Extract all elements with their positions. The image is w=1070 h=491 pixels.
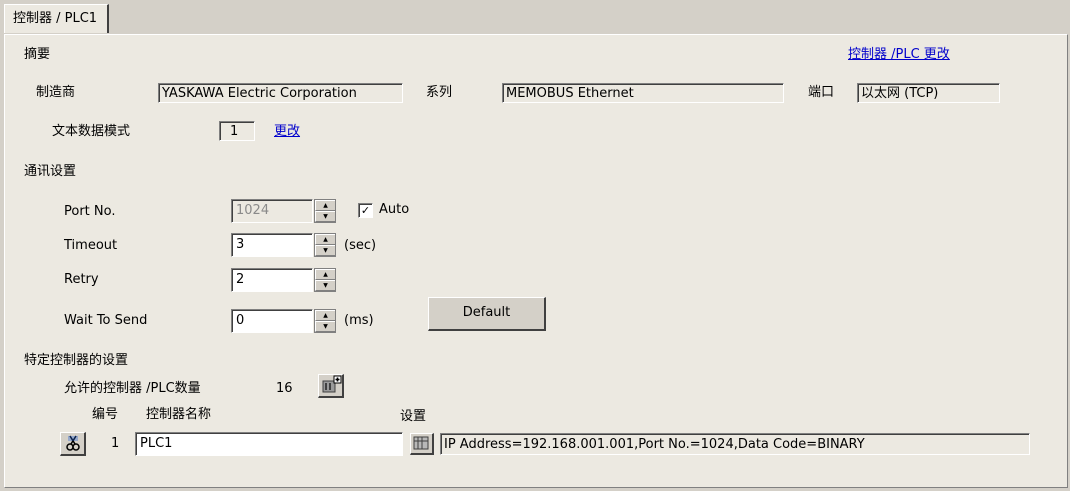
maker-field: YASKAWA Electric Corporation bbox=[158, 83, 403, 103]
tab-controller-plc1[interactable]: 控制器 / PLC1 bbox=[4, 4, 110, 33]
text-mode-label: 文本数据模式 bbox=[52, 124, 131, 139]
timeout-label: Timeout bbox=[64, 238, 118, 253]
row-settings-field: IP Address=192.168.001.001,Port No.=1024… bbox=[440, 433, 1030, 455]
retry-spin-icon[interactable]: ▲ ▼ bbox=[314, 268, 336, 292]
auto-label: Auto bbox=[379, 202, 410, 217]
allowed-label: 允许的控制器 /PLC数量 bbox=[64, 381, 201, 396]
wait-label: Wait To Send bbox=[64, 313, 148, 328]
wait-spin-icon[interactable]: ▲ ▼ bbox=[314, 309, 336, 333]
comm-heading: 通讯设置 bbox=[24, 164, 77, 179]
port-no-label: Port No. bbox=[64, 204, 116, 219]
wait-input[interactable]: 0 bbox=[231, 309, 313, 333]
auto-checkbox[interactable]: ✓ bbox=[358, 203, 373, 218]
tab-label: 控制器 / PLC1 bbox=[13, 11, 98, 26]
col-settings-header: 设置 bbox=[400, 409, 427, 424]
add-device-icon[interactable] bbox=[318, 374, 344, 398]
port-no-input[interactable]: 1024 bbox=[231, 199, 313, 223]
row-name-input[interactable]: PLC1 bbox=[135, 432, 403, 456]
timeout-spin-icon[interactable]: ▲ ▼ bbox=[314, 233, 336, 257]
controller-change-link[interactable]: 控制器 /PLC 更改 bbox=[848, 46, 950, 64]
timeout-input[interactable]: 3 bbox=[231, 233, 313, 257]
device-heading: 特定控制器的设置 bbox=[24, 353, 129, 368]
summary-heading: 摘要 bbox=[24, 47, 51, 62]
maker-label: 制造商 bbox=[36, 85, 76, 100]
text-mode-field: 1 bbox=[219, 121, 255, 141]
retry-label: Retry bbox=[64, 272, 99, 287]
port-field: 以太网 (TCP) bbox=[857, 83, 1000, 103]
timeout-unit: (sec) bbox=[344, 238, 377, 253]
tab-bar: 控制器 / PLC1 bbox=[0, 0, 1070, 34]
allowed-count: 16 bbox=[276, 381, 293, 396]
series-label: 系列 bbox=[426, 85, 453, 100]
port-label: 端口 bbox=[808, 85, 835, 100]
series-field: MEMOBUS Ethernet bbox=[502, 83, 784, 103]
wait-unit: (ms) bbox=[344, 313, 374, 328]
default-button[interactable]: Default bbox=[428, 297, 546, 331]
row-number: 1 bbox=[111, 436, 120, 451]
port-no-spin-icon[interactable]: ▲ ▼ bbox=[314, 199, 336, 223]
col-name-header: 控制器名称 bbox=[146, 407, 212, 422]
settings-grid-icon[interactable] bbox=[410, 433, 434, 455]
retry-input[interactable]: 2 bbox=[231, 268, 313, 292]
scissors-icon[interactable] bbox=[60, 432, 86, 456]
col-number-header: 编号 bbox=[92, 407, 119, 422]
text-mode-change-link[interactable]: 更改 bbox=[274, 123, 300, 141]
